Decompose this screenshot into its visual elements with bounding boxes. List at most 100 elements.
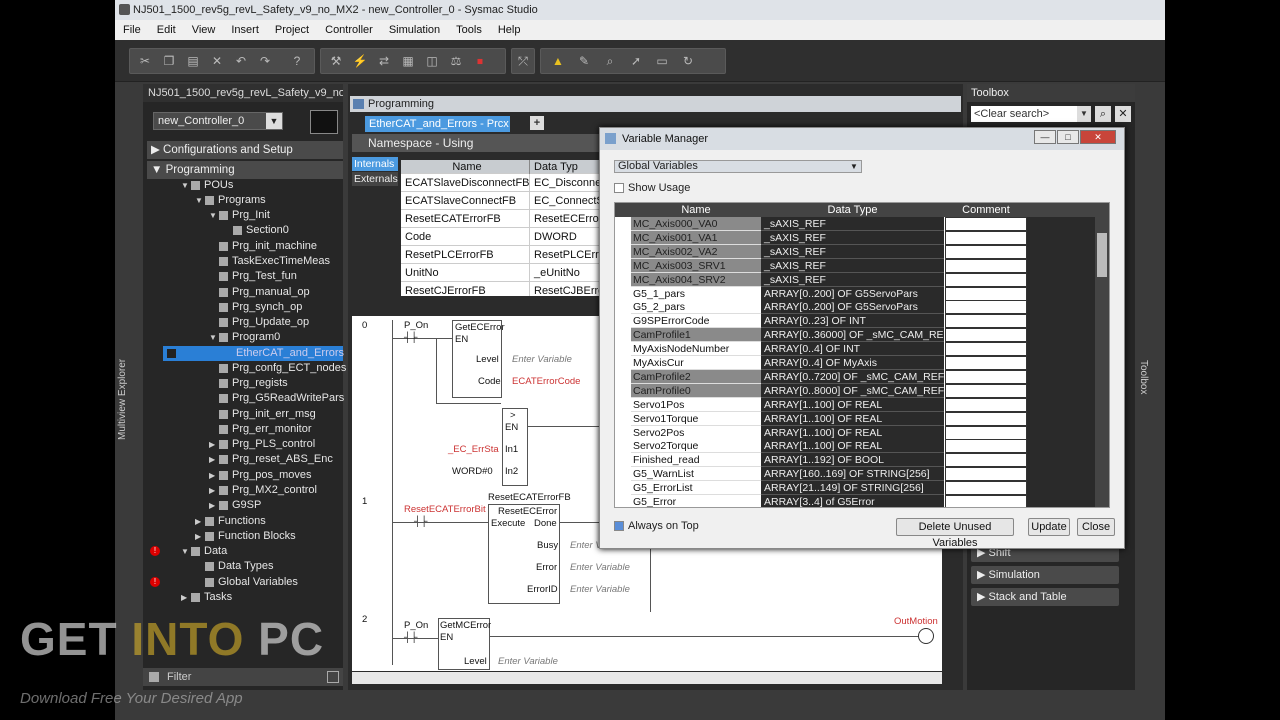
tree-prg-synch-op[interactable]: Prg_synch_op <box>143 300 343 315</box>
coil-symbol[interactable] <box>918 628 934 644</box>
controller-select[interactable]: new_Controller_0 ▼ <box>153 112 283 130</box>
force-icon[interactable]: ➚ <box>627 52 645 70</box>
copy-icon[interactable]: ❐ <box>160 52 178 70</box>
variable-data-type[interactable]: _sAXIS_REF <box>761 230 944 245</box>
multiview-explorer-tab[interactable]: Multiview Explorer <box>117 350 131 440</box>
variable-name[interactable]: Finished_read <box>631 453 761 468</box>
variable-comment[interactable] <box>945 342 1027 357</box>
variable-comment[interactable] <box>945 453 1027 468</box>
tree-pous[interactable]: ▼ POUs <box>143 178 343 193</box>
refresh-icon[interactable]: ↻ <box>679 52 697 70</box>
toolbox-search-input[interactable]: <Clear search> ▼ <box>971 106 1091 122</box>
tree-prg-manual-op[interactable]: Prg_manual_op <box>143 285 343 300</box>
sync-icon[interactable]: ⇄ <box>375 52 393 70</box>
variable-comment[interactable] <box>945 481 1027 496</box>
chevron-down-icon[interactable]: ▼ <box>848 161 860 172</box>
variable-name[interactable]: Servo2Pos <box>631 425 761 440</box>
variable-name[interactable]: Servo2Torque <box>631 439 761 454</box>
variable-data-type[interactable]: ARRAY[1..100] OF REAL <box>761 397 944 412</box>
variable-comment[interactable] <box>945 411 1027 426</box>
table-row[interactable]: Finished_read ARRAY[1..192] OF BOOL <box>615 453 1095 468</box>
variable-comment[interactable] <box>945 356 1027 370</box>
show-usage-checkbox[interactable]: Show Usage <box>614 182 690 194</box>
variable-data-type[interactable]: ARRAY[0..4] OF INT <box>761 342 944 357</box>
variable-name[interactable]: G5_ErrorList <box>631 481 761 496</box>
variable-data-type[interactable]: ARRAY[0..23] OF INT <box>761 314 944 329</box>
table-row[interactable]: MC_Axis003_SRV1 _sAXIS_REF <box>615 258 1095 273</box>
table-row[interactable]: Servo1Pos ARRAY[1..100] OF REAL <box>615 397 1095 412</box>
variable-label[interactable]: ECATErrorCode <box>512 376 580 387</box>
menu-help[interactable]: Help <box>490 20 529 40</box>
variable-data-type[interactable]: _sAXIS_REF <box>761 244 944 259</box>
chevron-down-icon[interactable]: ▼ <box>1077 106 1091 122</box>
tree-data[interactable]: ▼ Data <box>143 544 343 559</box>
menu-project[interactable]: Project <box>267 20 317 40</box>
table-row[interactable]: MC_Axis001_VA1 _sAXIS_REF <box>615 230 1095 245</box>
filter-options-icon[interactable] <box>327 671 339 683</box>
variable-name[interactable]: CamProfile2 <box>631 369 761 384</box>
maximize-button[interactable]: □ <box>1057 130 1079 144</box>
variable-data-type[interactable]: ARRAY[0..200] OF G5ServoPars <box>761 300 944 315</box>
table-row[interactable]: Servo2Torque ARRAY[1..100] OF REAL <box>615 439 1095 454</box>
table-row[interactable]: G5_1_pars ARRAY[0..200] OF G5ServoPars <box>615 286 1095 301</box>
constant-label[interactable]: WORD#0 <box>452 466 493 477</box>
variable-comment[interactable] <box>945 230 1027 245</box>
variable-comment[interactable] <box>945 300 1027 315</box>
add-tab-button[interactable]: + <box>530 116 544 130</box>
cut-icon[interactable]: ✂ <box>136 52 154 70</box>
variable-data-type[interactable]: ARRAY[21..149] OF STRING[256] <box>761 481 944 496</box>
variable-name[interactable]: MC_Axis001_VA1 <box>631 230 761 245</box>
variable-data-type[interactable]: ARRAY[160..169] OF STRING[256] <box>761 467 944 482</box>
scroll-thumb[interactable] <box>1097 233 1107 277</box>
close-dialog-button[interactable]: Close <box>1077 518 1115 536</box>
variable-comment[interactable] <box>945 217 1027 231</box>
tree-taskexectimemeas[interactable]: TaskExecTimeMeas <box>143 254 343 269</box>
tree-prg-regists[interactable]: Prg_regists <box>143 376 343 391</box>
enter-variable-slot[interactable]: Enter Variable <box>512 354 572 365</box>
variable-comment[interactable] <box>945 272 1027 287</box>
variable-data-type[interactable]: ARRAY[1..100] OF REAL <box>761 411 944 426</box>
table-row[interactable]: G5_WarnList ARRAY[160..169] OF STRING[256… <box>615 467 1095 482</box>
tree-program0[interactable]: ▼ Program0 <box>143 330 343 345</box>
variable-comment[interactable] <box>945 397 1027 412</box>
tree-tasks[interactable]: ▶ Tasks <box>143 590 343 605</box>
vertical-scrollbar[interactable] <box>1095 217 1109 507</box>
tree-g9sp[interactable]: ▶ G9SP <box>143 498 343 513</box>
table-row[interactable]: CamProfile1 ARRAY[0..36000] OF _sMC_CAM_R… <box>615 328 1095 343</box>
menu-insert[interactable]: Insert <box>223 20 267 40</box>
variable-name[interactable]: G5_2_pars <box>631 300 761 315</box>
menu-view[interactable]: View <box>184 20 224 40</box>
compare-icon[interactable]: ⚖ <box>447 52 465 70</box>
table-row[interactable]: MC_Axis004_SRV2 _sAXIS_REF <box>615 272 1095 287</box>
stop-icon[interactable]: ⏹ <box>471 52 489 70</box>
variable-label[interactable]: _EC_ErrSta <box>448 444 499 455</box>
variable-data-type[interactable]: ARRAY[3..4] of G5Error <box>761 495 944 507</box>
variable-comment[interactable] <box>945 425 1027 440</box>
tab-internals[interactable]: Internals <box>352 157 398 171</box>
tree-prg-init-err-msg[interactable]: Prg_init_err_msg <box>143 407 343 422</box>
contact-label[interactable]: ResetECATErrorBit <box>404 504 486 515</box>
clear-icon[interactable]: ✎ <box>575 52 593 70</box>
tree-prg-err-monitor[interactable]: Prg_err_monitor <box>143 422 343 437</box>
tree-global-variables[interactable]: Global Variables <box>143 575 343 590</box>
online-icon[interactable]: ⚡ <box>351 52 369 70</box>
set-icon[interactable]: ▭ <box>653 52 671 70</box>
tree-prg-mx2-control[interactable]: ▶ Prg_MX2_control <box>143 483 343 498</box>
table-row[interactable]: G9SPErrorCode ARRAY[0..23] OF INT <box>615 314 1095 329</box>
tree-prg-test-fun[interactable]: Prg_Test_fun <box>143 269 343 284</box>
delete-icon[interactable]: ✕ <box>208 52 226 70</box>
contact-symbol[interactable]: ┤├ <box>404 332 417 343</box>
enter-variable-slot[interactable]: Enter Variable <box>498 656 558 667</box>
table-row[interactable]: G5_Error ARRAY[3..4] of G5Error <box>615 495 1095 507</box>
monitor-icon[interactable]: ◫ <box>423 52 441 70</box>
close-icon[interactable]: ✕ <box>1115 106 1131 122</box>
variable-name[interactable]: MC_Axis000_VA0 <box>631 217 761 231</box>
update-button[interactable]: Update <box>1028 518 1070 536</box>
variable-comment[interactable] <box>945 495 1027 507</box>
table-row[interactable]: MyAxisCur ARRAY[0..4] OF MyAxis <box>615 356 1095 370</box>
enter-variable-slot[interactable]: Enter Variable <box>570 562 630 573</box>
tree-prg-pos-moves[interactable]: ▶ Prg_pos_moves <box>143 468 343 483</box>
table-row[interactable]: MC_Axis000_VA0 _sAXIS_REF <box>615 217 1095 231</box>
variable-comment[interactable] <box>945 383 1027 398</box>
variable-name[interactable]: Servo1Pos <box>631 397 761 412</box>
